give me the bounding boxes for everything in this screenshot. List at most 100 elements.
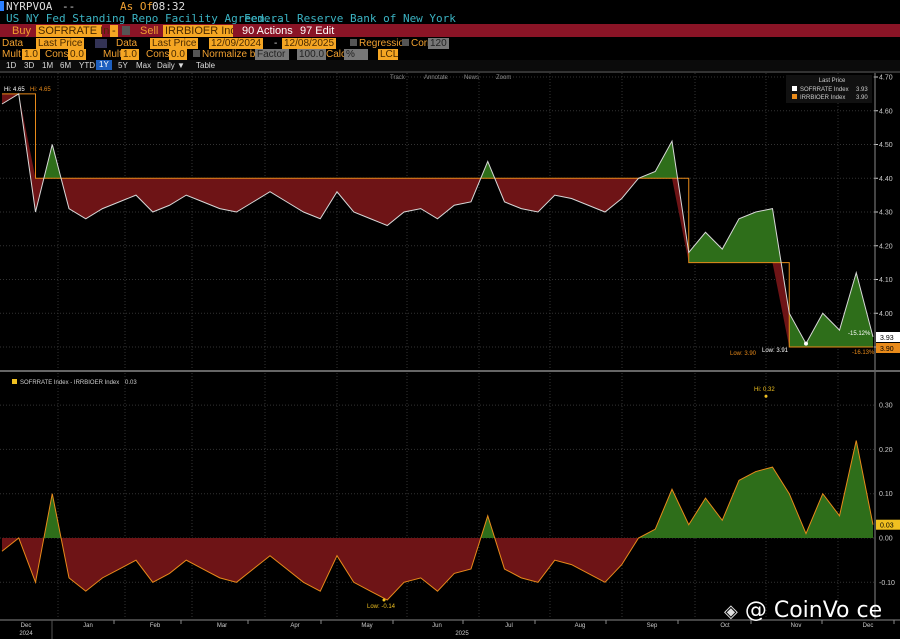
- y-tick-label-upper: 4.30: [879, 210, 893, 217]
- hi-marker-spread: [764, 394, 768, 398]
- legend-label-spread: SOFRRATE Index - IRRBIOER Index: [20, 380, 119, 386]
- legend-value-iorb: 3.90: [856, 95, 868, 101]
- x-tick-label: Oct: [720, 623, 730, 629]
- calc-select[interactable]: %: [344, 49, 368, 60]
- factor-select[interactable]: Factor: [255, 49, 289, 60]
- mult2-field[interactable]: 1.0: [121, 49, 139, 60]
- y-tick-label-lower: 0.20: [879, 447, 893, 454]
- sell-security-field[interactable]: IRRBIOER Inde: [163, 25, 233, 37]
- x-tick-label: Sep: [647, 623, 658, 629]
- legend-value-sofr: 3.93: [856, 87, 868, 93]
- description-row: US NY Fed Standing Repo Facility Agreem.…: [0, 12, 900, 25]
- start-date-field[interactable]: 12/09/2024: [209, 38, 264, 49]
- y-tick-label-upper: 4.00: [879, 311, 893, 318]
- end-date-field[interactable]: 12/08/2025: [282, 38, 337, 49]
- y-tick-label-upper: 4.60: [879, 108, 893, 115]
- y-tick-label-upper: 4.20: [879, 243, 893, 250]
- watermark-text: @ CoinVo ce: [744, 598, 883, 623]
- period-row: 1D 3D 1M 6M YTD 1Y 5Y Max Daily ▼ Table: [0, 60, 900, 71]
- toolbar-divider: [0, 71, 900, 73]
- period-ytd[interactable]: YTD: [79, 61, 95, 70]
- mult2-label: Mult: [103, 49, 122, 60]
- legend-swatch-iorb: [792, 94, 797, 99]
- y-tick-label-upper: 4.10: [879, 277, 893, 284]
- toolbar-annotate: Annotate: [424, 75, 449, 81]
- y-tick-label-lower: 0.00: [879, 536, 893, 543]
- toolbar-news: News: [464, 75, 479, 81]
- period-max[interactable]: Max: [136, 61, 151, 70]
- watermark: ◈ @ CoinVo ce: [724, 598, 882, 623]
- regression-checkbox[interactable]: [350, 39, 357, 46]
- buy-security-field[interactable]: SOFRRATE Ind: [36, 25, 115, 37]
- data2-select[interactable]: Last Price: [150, 38, 198, 49]
- x-tick-label: Apr: [290, 623, 299, 629]
- area-above-iorb: [2, 93, 873, 347]
- hi-label-iorb: Hi: 4.65: [30, 87, 51, 93]
- low-label-iorb: Low: 3.90: [730, 351, 757, 357]
- cursor-marker: [0, 1, 4, 11]
- chart-type-icon[interactable]: [95, 39, 107, 48]
- period-1m[interactable]: 1M: [42, 61, 53, 70]
- x-tick-label: Dec: [863, 623, 874, 629]
- currency-select[interactable]: LCL: [378, 49, 398, 60]
- const1-field[interactable]: 0.0: [68, 49, 86, 60]
- date-separator: -: [274, 38, 278, 49]
- y-tick-label-upper: 4.50: [879, 142, 893, 149]
- factor-value-field[interactable]: 100.0: [297, 49, 327, 60]
- low-label-sofr: Low: 3.91: [762, 348, 789, 354]
- table-button[interactable]: Table: [196, 61, 215, 70]
- x-tick-label: Jul: [505, 623, 513, 629]
- pct-change-iorb: -16.13%: [852, 350, 875, 356]
- binance-logo-icon: ◈: [724, 601, 738, 622]
- y-tick-label-upper: 4.40: [879, 176, 893, 183]
- const2-field[interactable]: 0.0: [169, 49, 187, 60]
- calc-label: Calc: [326, 49, 347, 60]
- x-year-label: 2024: [19, 631, 33, 637]
- title-row: NYRPVOA -- As Of 08:32: [0, 0, 900, 13]
- last-price-sofr: 3.93: [880, 335, 894, 342]
- y-tick-label-lower: -0.10: [879, 580, 895, 587]
- period-1d[interactable]: 1D: [6, 61, 16, 70]
- trade-bar: Buy SOFRRATE Ind - Sell IRRBIOER Inde 90…: [0, 24, 900, 37]
- period-3d[interactable]: 3D: [24, 61, 34, 70]
- legend-title: Last Price: [819, 78, 846, 84]
- y-tick-label-lower: 0.10: [879, 491, 893, 498]
- period-5y[interactable]: 5Y: [118, 61, 128, 70]
- mult1-field[interactable]: 1.0: [22, 49, 40, 60]
- x-tick-label: Jan: [83, 623, 93, 629]
- operator-dropdown[interactable]: [122, 26, 130, 35]
- corr-field[interactable]: 120: [428, 38, 449, 49]
- mult1-label: Mult: [2, 49, 21, 60]
- edit-menu[interactable]: 97 Edit: [300, 25, 334, 37]
- y-tick-label-lower: 0.30: [879, 403, 893, 410]
- x-tick-label: Nov: [791, 623, 802, 629]
- x-tick-label: Mar: [217, 623, 227, 629]
- period-6m[interactable]: 6M: [60, 61, 71, 70]
- low-label-spread: Low: -0.14: [367, 604, 396, 610]
- low-marker-sofr: [804, 341, 808, 346]
- panel-separator[interactable]: [0, 370, 900, 372]
- actions-menu[interactable]: 90 Actions: [242, 25, 293, 37]
- sell-label: Sell: [140, 25, 159, 37]
- data1-select[interactable]: Last Price: [36, 38, 84, 49]
- normalize-checkbox[interactable]: [193, 50, 200, 57]
- data1-label: Data: [2, 38, 24, 49]
- legend-swatch-spread: [12, 379, 17, 384]
- y-tick-label-upper: 4.70: [879, 75, 893, 82]
- buy-label: Buy: [12, 25, 31, 37]
- hi-label-spread: Hi: 0.32: [754, 387, 775, 393]
- x-tick-label: May: [361, 623, 372, 629]
- x-tick-label: Aug: [575, 623, 586, 629]
- corr-checkbox[interactable]: [402, 39, 409, 46]
- toolbar-track: Track: [390, 75, 406, 81]
- chart-area[interactable]: Track Annotate News Zoom 4.70 4.60 4.50 4.40 4.3…: [0, 71, 900, 639]
- period-1y[interactable]: 1Y: [96, 60, 112, 70]
- legend-label-sofr: SOFRRATE Index: [800, 87, 849, 93]
- normalize-label: Normalize by: [202, 49, 261, 60]
- legend-value-spread: 0.03: [125, 380, 137, 386]
- frequency-select[interactable]: Daily ▼: [157, 61, 185, 70]
- operator-field[interactable]: -: [110, 25, 118, 37]
- x-tick-label: Dec: [21, 623, 32, 629]
- x-year-label: 2025: [455, 631, 469, 637]
- x-tick-label: Feb: [150, 623, 161, 629]
